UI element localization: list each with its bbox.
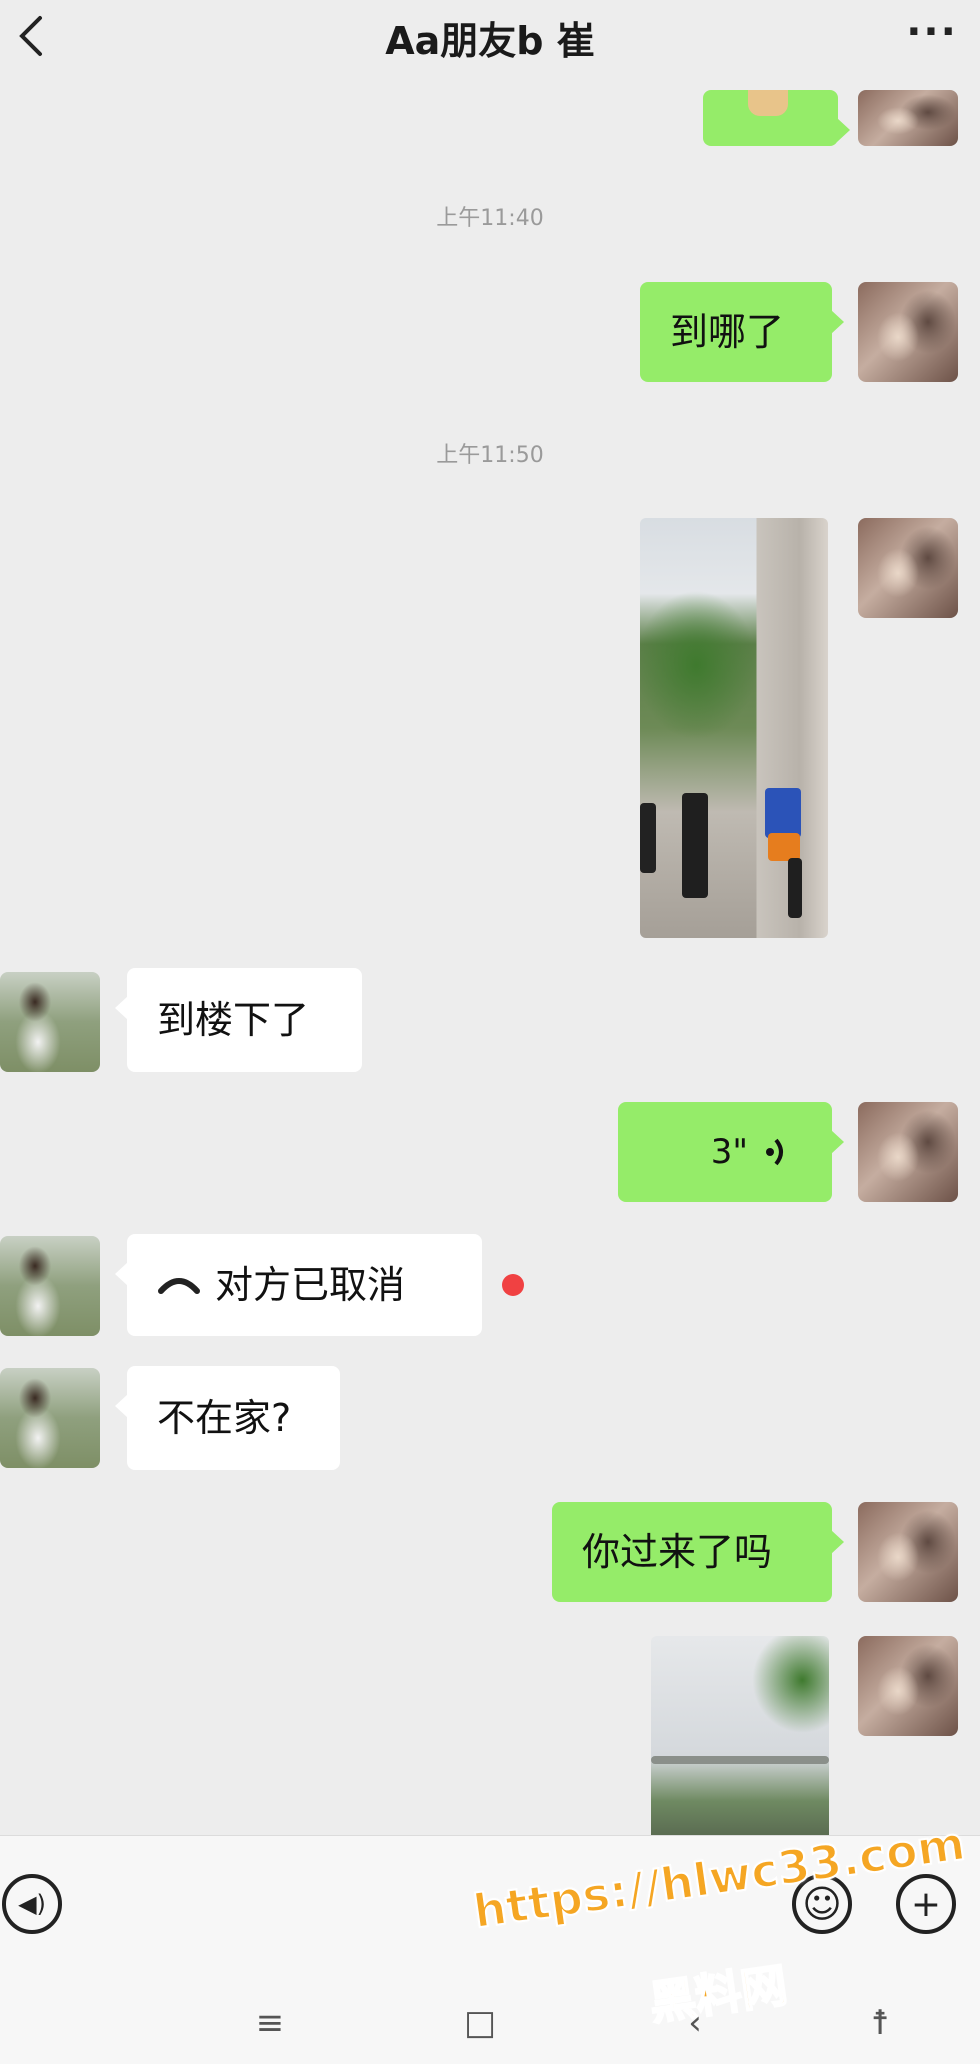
photo-person: [768, 833, 800, 861]
message-text: 你过来了吗: [582, 1530, 773, 1574]
message-text: 到哪了: [670, 310, 785, 354]
chat-title: Aa朋友b 崔: [385, 19, 595, 63]
contact-avatar[interactable]: [0, 972, 100, 1072]
call-status-text: 对方已取消: [215, 1263, 406, 1307]
voice-wave-icon: [766, 1138, 783, 1166]
contact-avatar[interactable]: [0, 1236, 100, 1336]
photo-person: [682, 793, 708, 898]
my-avatar[interactable]: [858, 282, 958, 382]
my-avatar[interactable]: [858, 90, 958, 146]
photo-message[interactable]: [640, 518, 828, 938]
message-bubble-sent[interactable]: 到哪了: [640, 282, 844, 382]
my-avatar[interactable]: [858, 518, 958, 618]
voice-icon: ◀): [18, 1890, 46, 1918]
home-nav-button[interactable]: □: [455, 1998, 505, 2048]
voice-input-button[interactable]: ◀): [2, 1874, 62, 1934]
message-bubble-partial[interactable]: [703, 90, 850, 146]
more-options-icon[interactable]: ···: [902, 12, 962, 52]
phone-icon: [158, 1278, 200, 1294]
photo-message[interactable]: [651, 1636, 829, 1835]
menu-nav-button[interactable]: ≡: [245, 1998, 295, 2048]
photo-person: [788, 858, 802, 918]
plus-icon: +: [910, 1883, 942, 1925]
photo-person: [765, 788, 801, 838]
timestamp: 上午11:50: [436, 443, 544, 468]
my-avatar[interactable]: [858, 1636, 958, 1736]
sticker-image: [748, 90, 788, 116]
message-bubble-received[interactable]: 不在家?: [115, 1366, 340, 1470]
message-bubble-received[interactable]: 到楼下了: [115, 968, 362, 1072]
chat-area[interactable]: 上午11:40 到哪了 上午11:50 到楼下了 3" 对方已取消 不在家? 你: [0, 0, 980, 1835]
unread-dot-icon: [502, 1274, 524, 1296]
timestamp: 上午11:40: [436, 206, 544, 231]
message-text: 不在家?: [157, 1396, 292, 1440]
my-avatar[interactable]: [858, 1102, 958, 1202]
photo-railing: [651, 1756, 829, 1764]
accessibility-nav-button[interactable]: ☨: [855, 1998, 905, 2048]
message-text: 到楼下了: [157, 998, 310, 1042]
voice-duration: 3": [710, 1132, 748, 1172]
more-input-button[interactable]: +: [896, 1874, 956, 1934]
voice-message[interactable]: 3": [618, 1102, 844, 1202]
photo-person: [640, 803, 656, 873]
chat-header: Aa朋友b 崔 ···: [0, 0, 980, 70]
my-avatar[interactable]: [858, 1502, 958, 1602]
message-bubble-sent[interactable]: 你过来了吗: [552, 1502, 844, 1602]
contact-avatar[interactable]: [0, 1368, 100, 1468]
call-record-bubble[interactable]: 对方已取消: [115, 1234, 482, 1336]
